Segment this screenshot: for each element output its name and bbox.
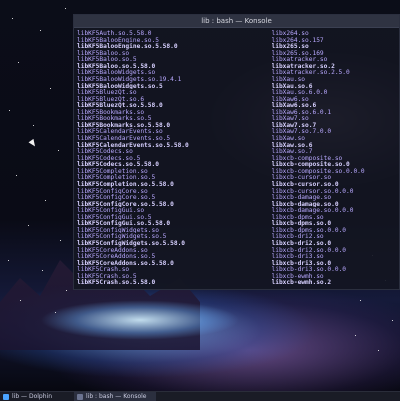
- window-title[interactable]: lib : bash — Konsole: [74, 15, 399, 28]
- star-dot: [45, 200, 46, 201]
- star-dot: [355, 335, 356, 336]
- star-dot: [16, 175, 17, 176]
- star-dot: [20, 300, 21, 301]
- star-dot: [55, 312, 56, 313]
- star-dot: [378, 350, 379, 351]
- star-dot: [28, 225, 29, 226]
- star-dot: [392, 320, 393, 321]
- star-dot: [8, 260, 9, 261]
- star-dot: [60, 240, 61, 241]
- star-dot: [18, 62, 19, 63]
- star-dot: [9, 110, 10, 111]
- star-dot: [12, 18, 13, 19]
- star-dot: [42, 270, 43, 271]
- star-dot: [65, 8, 66, 9]
- konsole-window[interactable]: lib : bash — Konsole libKF5Auth.so.5.58.…: [73, 14, 400, 290]
- terminal-output[interactable]: libKF5Auth.so.5.58.0 libKF5BalooEngine.so…: [77, 30, 396, 286]
- terminal-column-right: libx264.so libx264.so.157 libx265.so libx26…: [272, 30, 397, 286]
- star-dot: [66, 290, 67, 291]
- star-dot: [360, 300, 361, 301]
- star-dot: [58, 150, 59, 151]
- star-dot: [50, 88, 51, 89]
- terminal-line: libxcb-ewmh.so.2: [271, 279, 332, 286]
- folder-icon: [3, 393, 9, 400]
- star-dot: [40, 30, 41, 31]
- wallpaper-glow: [40, 300, 240, 340]
- star-dot: [33, 125, 34, 126]
- terminal-icon: [77, 393, 83, 400]
- terminal-line: libKF5Crash.so.5.58.0: [77, 279, 156, 286]
- terminal-column-left: libKF5Auth.so.5.58.0 libKF5BalooEngine.so…: [77, 30, 202, 286]
